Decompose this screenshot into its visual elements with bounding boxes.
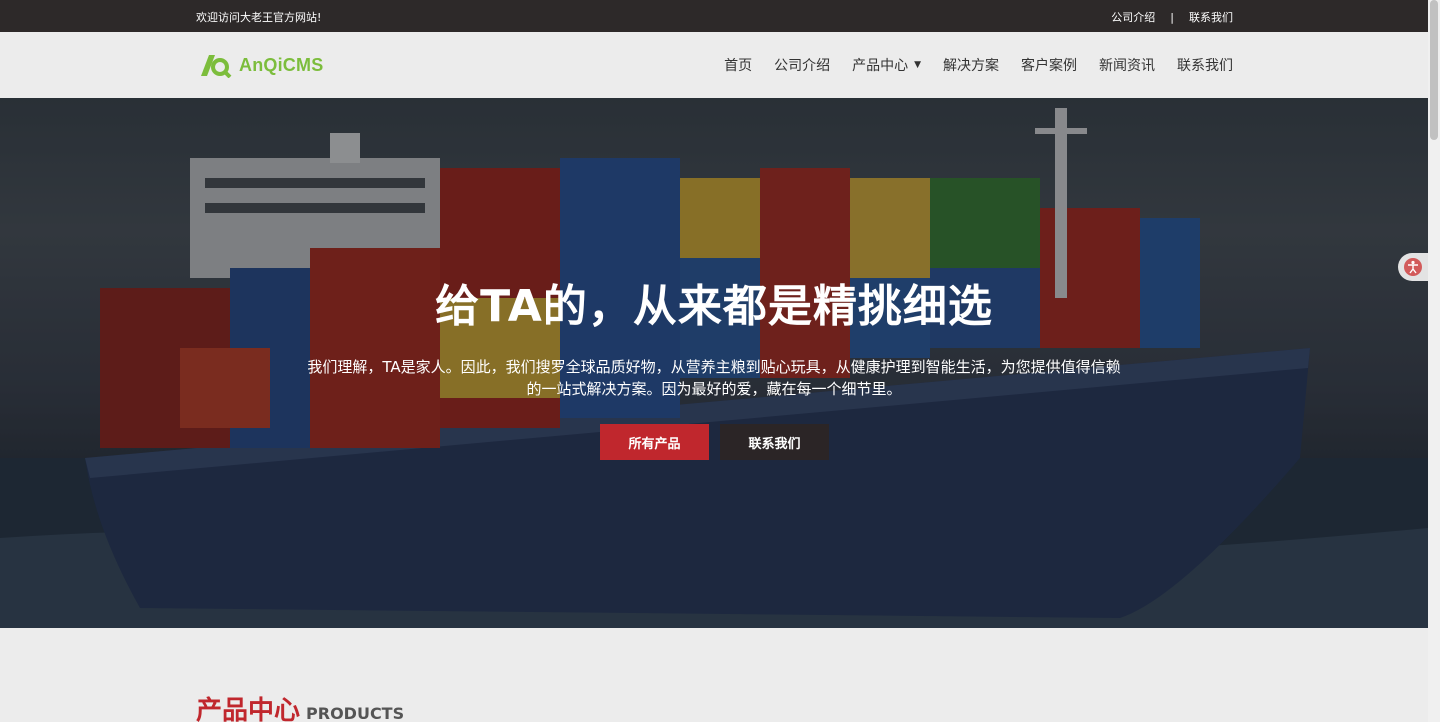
nav-item-solutions[interactable]: 解决方案: [943, 55, 999, 75]
scrollbar-thumb[interactable]: [1430, 0, 1438, 140]
hero-description: 我们理解，TA是家人。因此，我们搜罗全球品质好物，从营养主粮到贴心玩具，从健康护…: [307, 358, 1121, 398]
accessibility-icon[interactable]: [1398, 253, 1428, 281]
nav-item-home[interactable]: 首页: [724, 55, 752, 75]
nav-item-products[interactable]: 产品中心 ▼: [852, 55, 921, 75]
logo-icon: [201, 55, 232, 78]
products-heading: 产品中心 PRODUCTS: [196, 690, 404, 722]
nav-item-cases[interactable]: 客户案例: [1021, 55, 1077, 75]
nav-label: 公司介绍: [774, 58, 831, 74]
nav-label: 首页: [724, 58, 753, 74]
main-nav: 首页 公司介绍 产品中心 ▼ 解决方案 客户案例 新闻资讯 联系我们: [702, 55, 1233, 75]
site-header: AnQiCMS 首页 公司介绍 产品中心 ▼ 解决方案 客户案例 新闻资讯 联系我…: [0, 32, 1428, 98]
nav-label: 新闻资讯: [1099, 58, 1155, 74]
nav-item-about[interactable]: 公司介绍: [774, 55, 830, 75]
page: 欢迎访问大老王官方网站! 公司介绍 | 联系我们 AnQiCMS 首页 公司介绍…: [0, 0, 1440, 722]
top-bar: 欢迎访问大老王官方网站! 公司介绍 | 联系我们: [0, 0, 1428, 32]
all-products-button[interactable]: 所有产品: [600, 424, 709, 460]
nav-label: 产品中心: [852, 58, 909, 74]
hero-banner: 给TA的，从来都是精挑细选 我们理解，TA是家人。因此，我们搜罗全球品质好物，从…: [0, 98, 1428, 628]
page-scrollbar[interactable]: [1428, 0, 1440, 722]
logo[interactable]: AnQiCMS: [197, 52, 323, 78]
products-title-en: PRODUCTS: [306, 704, 405, 722]
top-link-separator: |: [1170, 10, 1174, 24]
top-links: 公司介绍 | 联系我们: [1111, 9, 1233, 25]
logo-text: AnQiCMS: [239, 54, 324, 75]
nav-item-contact[interactable]: 联系我们: [1177, 55, 1233, 75]
nav-label: 解决方案: [943, 58, 999, 74]
nav-item-news[interactable]: 新闻资讯: [1099, 55, 1155, 75]
hero-buttons: 所有产品 联系我们: [600, 424, 829, 460]
nav-label: 联系我们: [1177, 58, 1233, 74]
products-title-cn: 产品中心: [196, 696, 301, 722]
nav-label: 客户案例: [1021, 58, 1077, 74]
caret-down-icon: ▼: [914, 60, 921, 70]
hero-title: 给TA的，从来都是精挑细选: [435, 281, 993, 332]
top-link-about[interactable]: 公司介绍: [1111, 9, 1155, 25]
contact-us-button[interactable]: 联系我们: [720, 424, 829, 460]
welcome-text: 欢迎访问大老王官方网站!: [196, 11, 322, 24]
top-link-contact[interactable]: 联系我们: [1189, 9, 1233, 25]
